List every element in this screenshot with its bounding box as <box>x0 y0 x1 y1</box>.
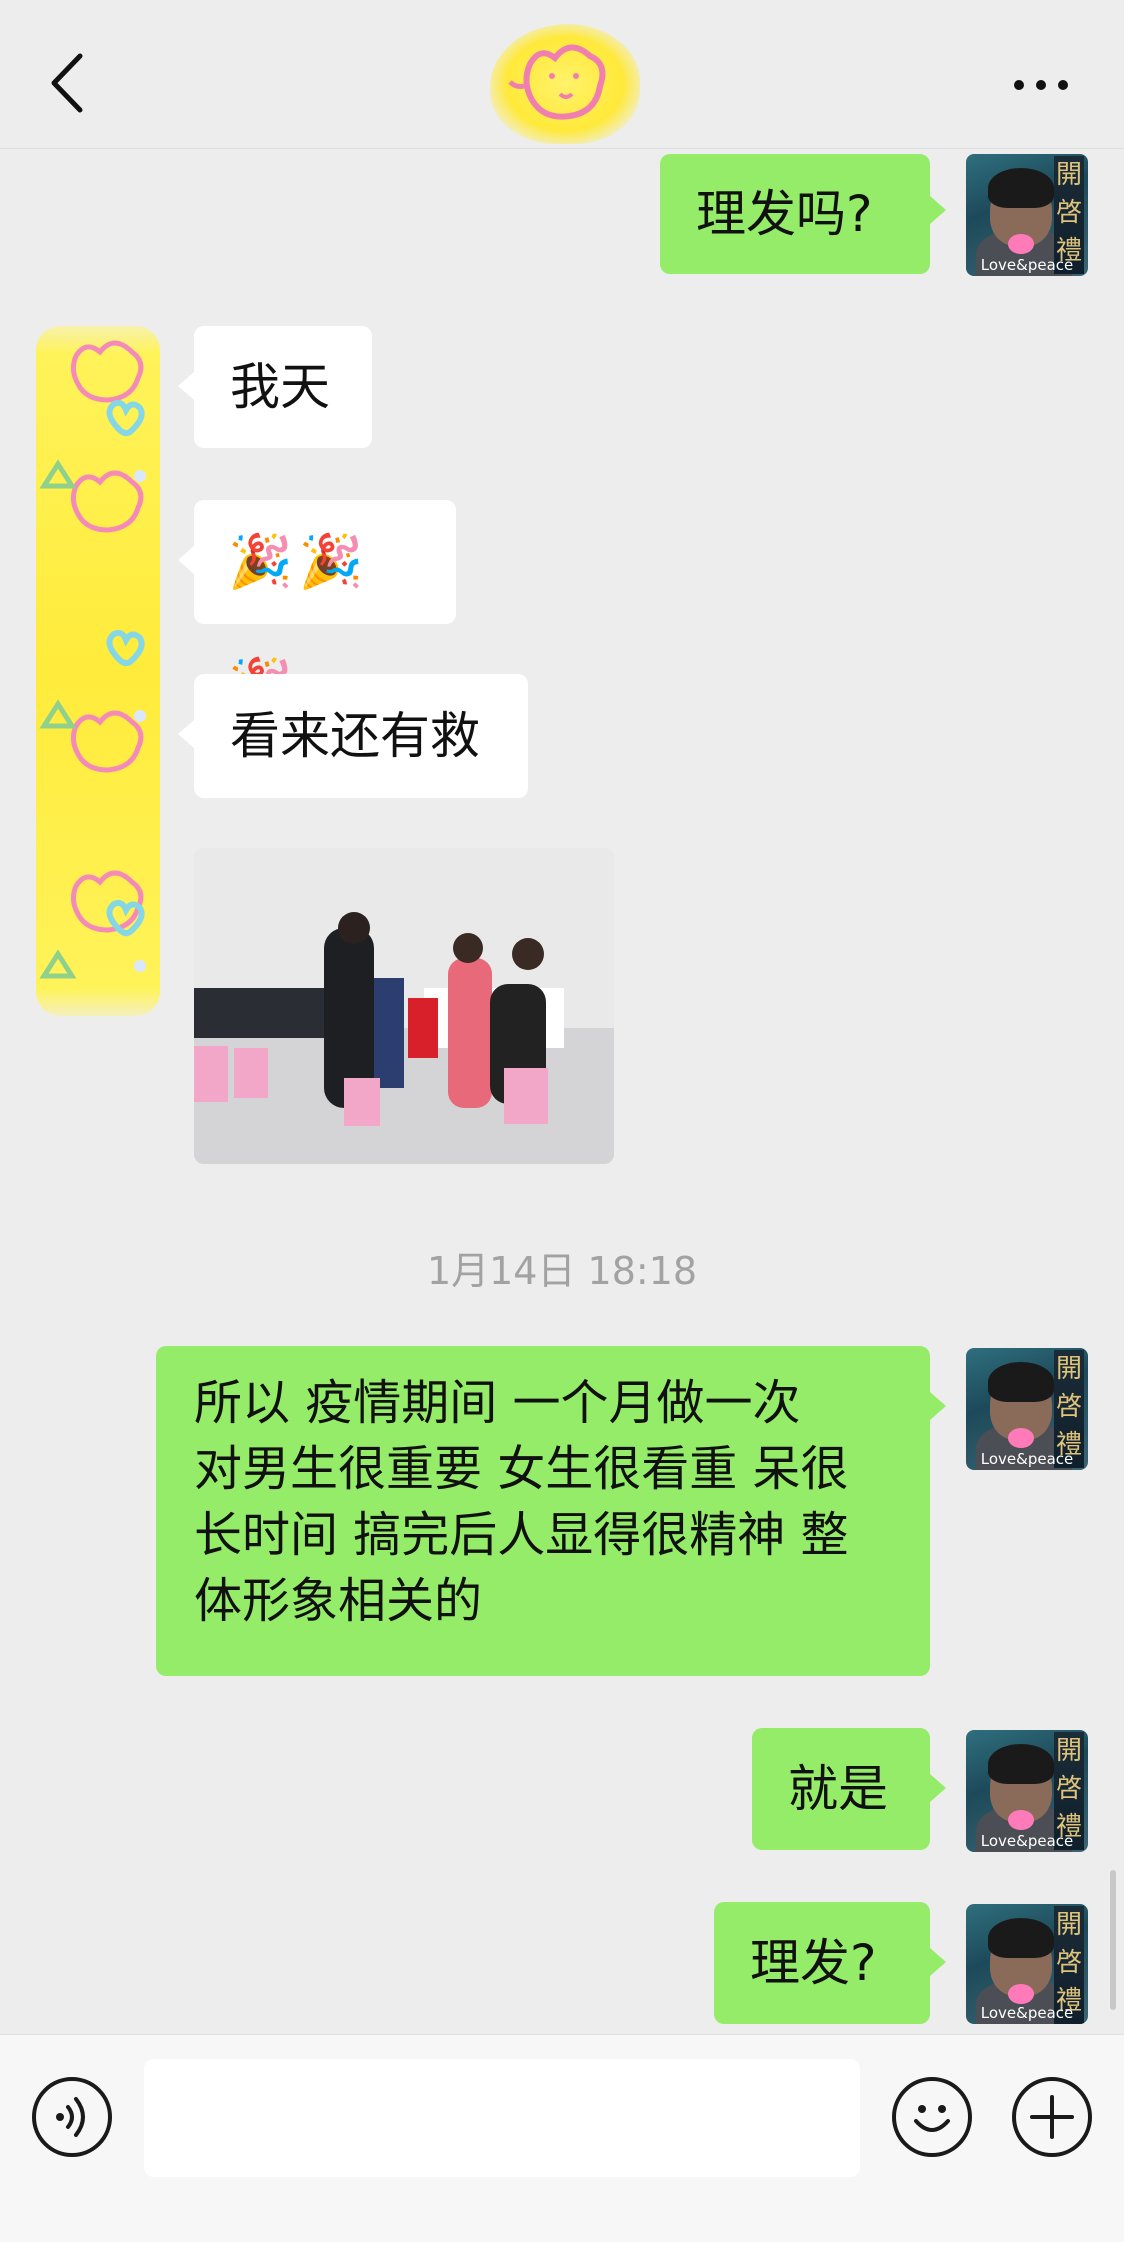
message-bubble-them[interactable]: 我天 <box>194 326 372 448</box>
avatar-caption: Love&peace <box>980 256 1074 274</box>
chevron-left-icon <box>51 53 83 113</box>
bubble-tail <box>930 1948 946 1976</box>
message-text: 看来还有救 <box>230 707 480 765</box>
photo-image <box>194 848 614 1164</box>
bubble-tail <box>178 372 194 400</box>
more-dot-icon <box>1036 80 1046 90</box>
input-bar <box>0 2034 1124 2242</box>
message-text: 我天 <box>230 358 330 416</box>
avatar-caption: Love&peace <box>980 1450 1074 1468</box>
contact-avatar-title[interactable] <box>490 24 640 144</box>
message-text-line: 体形象相关的 <box>194 1573 483 1629</box>
message-bubble-me[interactable]: 理发吗? <box>660 154 930 274</box>
my-avatar[interactable]: 開啓禮 Love&peace <box>966 1348 1088 1470</box>
my-avatar[interactable]: 開啓禮 Love&peace <box>966 154 1088 276</box>
bubble-tail <box>178 546 194 574</box>
message-text-line: 对男生很重要 女生很看重 呆很 <box>194 1441 849 1497</box>
back-button[interactable] <box>40 48 100 118</box>
message-image[interactable] <box>194 848 614 1164</box>
chat-header <box>0 0 1124 149</box>
my-avatar[interactable]: 開啓禮 Love&peace <box>966 1904 1088 2024</box>
contact-avatar[interactable] <box>36 326 160 1016</box>
bubble-tail <box>178 720 194 748</box>
bubble-tail <box>930 196 946 224</box>
message-text: 理发? <box>750 1934 877 1992</box>
chat-timestamp: 1月14日 18:18 <box>426 1249 698 1293</box>
bear-doodle-icon <box>508 44 606 120</box>
message-text: 就是 <box>788 1760 888 1818</box>
more-dot-icon <box>1014 80 1024 90</box>
more-dot-icon <box>1058 80 1068 90</box>
bubble-tail <box>930 1774 946 1802</box>
message-text-line: 所以 疫情期间 一个月做一次 <box>194 1375 801 1431</box>
message-text-line: 长时间 搞完后人显得很精神 整 <box>194 1507 849 1563</box>
message-input[interactable] <box>144 2059 860 2177</box>
scrollbar[interactable] <box>1110 1870 1116 2010</box>
avatar-caption: Love&peace <box>980 1832 1074 1850</box>
avatar-caption: Love&peace <box>980 2004 1074 2022</box>
emoji-icon <box>914 2105 950 2132</box>
my-avatar[interactable]: 開啓禮 Love&peace <box>966 1730 1088 1852</box>
voice-button[interactable] <box>32 2077 112 2157</box>
plus-button[interactable] <box>1012 2077 1092 2157</box>
message-bubble-them[interactable]: 看来还有救 <box>194 674 528 798</box>
message-bubble-them[interactable]: 🎉🎉🎉 <box>194 500 456 716</box>
message-bubble-me[interactable]: 理发? <box>714 1902 930 2024</box>
voice-icon <box>56 2097 85 2137</box>
bubble-tail <box>930 1392 946 1420</box>
plus-icon <box>1030 2095 1074 2139</box>
bear-pattern-icon <box>39 340 146 979</box>
emoji-button[interactable] <box>892 2077 972 2157</box>
more-button[interactable] <box>1008 62 1078 102</box>
message-bubble-me[interactable]: 所以 疫情期间 一个月做一次 对男生很重要 女生很看重 呆很 长时间 搞完后人显… <box>156 1346 930 1676</box>
message-text: 理发吗? <box>696 185 873 243</box>
message-bubble-me[interactable]: 就是 <box>752 1728 930 1850</box>
